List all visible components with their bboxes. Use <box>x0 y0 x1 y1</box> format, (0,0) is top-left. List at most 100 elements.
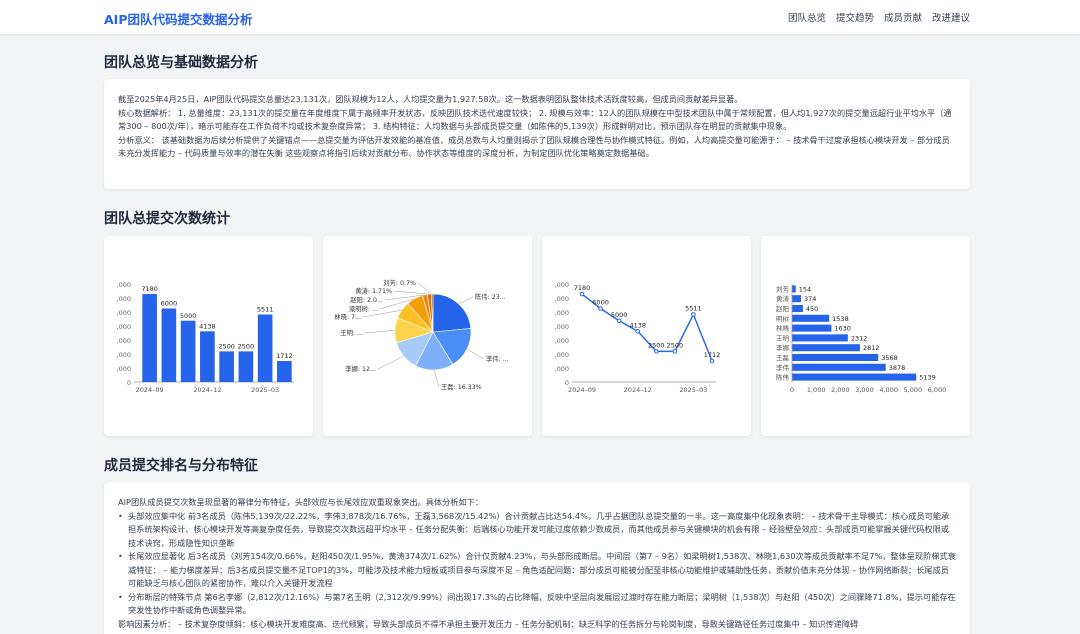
nav-links: 团队总览 提交趋势 成员贡献 改进建议 <box>788 10 970 24</box>
line-point <box>616 318 622 324</box>
nav-link-overview[interactable]: 团队总览 <box>788 10 826 24</box>
pie-slice-label: 陈伟: 23... <box>475 292 506 301</box>
hbar <box>792 373 917 381</box>
summary-paragraph-1: 截至2025年4月25日，AIP团队代码提交总量达23,131次，团队规模为12… <box>118 94 743 104</box>
summary-paragraph-3: 分析意义： 该基础数据为后续分析提供了关键锚点——总提交量为评估开发效能的基准值… <box>118 134 950 159</box>
y-category-label: 赵阳 <box>776 304 789 313</box>
pie-slice-label: 黄涛: 1.71% <box>355 286 392 295</box>
point-value-label: 2500 <box>648 341 665 349</box>
pie-leader-line <box>434 369 440 388</box>
y-category-label: 王磊 <box>776 354 790 362</box>
hbar-value-label: 1538 <box>832 315 849 323</box>
hbar-value-label: 2812 <box>863 344 880 352</box>
pie-leader-line <box>458 296 474 305</box>
bar-value-label: 2500 <box>218 342 235 350</box>
hbar <box>792 304 803 313</box>
overview-summary-card: 截至2025年4月25日，AIP团队代码提交总量达23,131次，团队规模为12… <box>104 79 970 189</box>
rank-bullet-gap-nodes: 分布断层的特殊节点 第6名李娜（2,812次/12.16%）与第7名王明（2,3… <box>118 591 956 618</box>
pie-leader-line <box>417 282 433 295</box>
hbar <box>792 314 830 322</box>
bar <box>277 361 292 382</box>
pie-leader-line <box>377 355 404 370</box>
pie-slice-label: 李娜: 12... <box>345 364 376 373</box>
pie-slice-label: 梁明树: ... <box>349 304 378 313</box>
member-pie-chart: 陈伟: 23... 李伟: ... 王磊: 16.33% 李娜: 12... 王明: .… <box>334 278 509 391</box>
line-point <box>709 358 715 364</box>
x-tick-label: 2024–12 <box>193 386 221 394</box>
y-category-label: 明树 <box>776 314 790 323</box>
pie-slice-label: 王明: ... <box>340 329 363 337</box>
bar-value-label: 2500 <box>238 342 255 350</box>
x-tick-label: 2024–09 <box>568 386 596 394</box>
rank-factors: 影响因素分析： – 技术复杂度倾斜：核心模块开发难度高、迭代频繁，导致头部成员不… <box>118 618 859 629</box>
x-tick-label: 5,000 <box>904 386 923 394</box>
y-tick-label: ,000 <box>117 309 131 317</box>
pie-leader-line <box>364 329 396 334</box>
nav-link-suggestions[interactable]: 改进建议 <box>932 10 970 24</box>
x-tick-label: 3,000 <box>855 386 874 394</box>
bar <box>200 331 215 382</box>
hbar <box>792 324 832 332</box>
line-point <box>598 306 603 311</box>
bar-value-label: 1712 <box>276 352 293 360</box>
hbar <box>792 363 886 371</box>
bar-value-label: 5511 <box>257 305 274 313</box>
y-tick-label: ,000 <box>117 365 131 373</box>
point-value-label: 6000 <box>592 299 609 307</box>
hbar-value-label: 2312 <box>851 334 868 342</box>
summary-paragraph-2: 核心数据解析： 1. 总量维度：23,131次的提交量在年度维度下属于高频率开发… <box>118 107 952 132</box>
hbar-value-label: 450 <box>806 305 818 313</box>
bar-value-label: 7180 <box>141 285 158 293</box>
nav-link-trend[interactable]: 提交趋势 <box>836 10 874 24</box>
nav-link-contribution[interactable]: 成员贡献 <box>884 10 922 24</box>
hbar-value-label: 3878 <box>889 364 906 372</box>
hbar-value-label: 1630 <box>834 325 851 333</box>
pie-slice-label: 李伟: ... <box>486 354 509 363</box>
y-tick-label: ,000 <box>555 337 569 345</box>
rank-section-title: 成员提交排名与分布特征 <box>104 458 258 474</box>
hbar-value-label: 154 <box>799 285 811 293</box>
x-tick-label: 0 <box>790 386 794 394</box>
rank-bullet-list: 头部效应集中化 前3名成员（陈伟5,139次/22.22%，李伟3,878次/1… <box>118 510 956 618</box>
point-value-label: 5511 <box>685 304 702 312</box>
rank-intro: AIP团队成员提交次数呈现显著的幂律分布特征，头部效应与长尾效应双重现象突出。具… <box>118 497 484 507</box>
hbar-value-label: 5139 <box>919 374 936 382</box>
hbar <box>792 285 796 293</box>
monthly-line-chart-card: ,000,000,000,000,000,000,000 0 7180 6000 500… <box>542 236 751 436</box>
line-point <box>691 312 696 317</box>
bar <box>161 308 177 382</box>
y-tick-label: ,000 <box>555 365 569 373</box>
y-category-label: 王明 <box>776 334 790 342</box>
point-value-label: 4138 <box>629 321 646 329</box>
y-tick-label: ,000 <box>117 281 131 289</box>
bar <box>180 320 196 382</box>
y-tick-label: 0 <box>127 379 131 387</box>
pie-slice-label: 刘芳: 0.7% <box>383 278 416 287</box>
x-tick-label: 2025–03 <box>679 386 707 394</box>
line-point <box>579 291 585 297</box>
rank-analysis-card: AIP团队成员提交次数呈现显著的幂律分布特征，头部效应与长尾效应双重现象突出。具… <box>104 482 970 634</box>
point-value-label: 2500 <box>667 341 684 349</box>
member-horizontal-bar-chart: 154 刘芳 374 黄涛 450 赵阳 1538 明树 1630 林晓 2312 王明 2812 李娜 3… <box>776 284 947 394</box>
x-tick-label: 6,000 <box>928 386 947 394</box>
y-tick-label: ,000 <box>117 351 131 359</box>
x-tick-label: 2,000 <box>831 386 850 394</box>
monthly-line-chart: ,000,000,000,000,000,000,000071806000500… <box>555 281 721 394</box>
x-tick-label: 2025–03 <box>251 386 279 394</box>
hbar <box>792 295 802 303</box>
brand-title[interactable]: AIP团队代码提交数据分析 <box>104 9 253 28</box>
x-tick-label: 4,000 <box>879 386 898 394</box>
y-tick-label: ,000 <box>555 309 569 317</box>
y-category-label: 黄涛 <box>776 294 790 303</box>
pie-slice-label: 林晓: 7... <box>334 312 361 321</box>
point-value-label: 1712 <box>704 351 721 359</box>
line-point <box>635 329 641 334</box>
monthly-bar-chart: ,000 ,000 ,000 ,000 ,000 ,000 ,000 0 71806000500… <box>117 281 294 394</box>
bar <box>238 351 254 382</box>
y-category-label: 林晓 <box>776 324 790 333</box>
member-hbar-chart-card: 154 刘芳 374 黄涛 450 赵阳 1538 明树 1630 林晓 2312 王明 2812 李娜 3… <box>761 236 970 436</box>
pie-slice-label: 王磊: 16.33% <box>441 383 482 391</box>
overview-section-title: 团队总览与基础数据分析 <box>104 55 258 71</box>
bar-value-label: 5000 <box>180 312 197 320</box>
member-pie-chart-card: 陈伟: 23... 李伟: ... 王磊: 16.33% 李娜: 12... 王明: .… <box>323 236 532 436</box>
